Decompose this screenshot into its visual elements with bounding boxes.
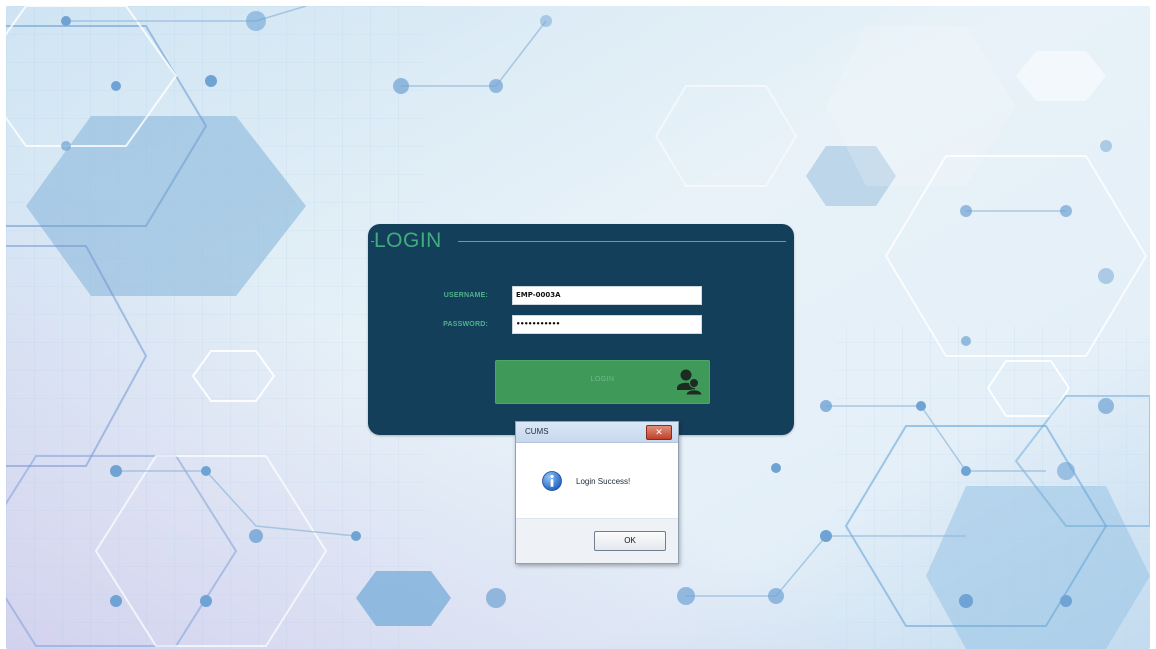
info-icon [542,471,562,491]
ok-button[interactable]: OK [594,531,666,551]
username-field[interactable]: EMP-0003A [512,286,702,305]
close-button[interactable]: ✕ [646,425,672,440]
username-label: USERNAME: [443,292,488,299]
ok-button-label: OK [624,536,636,545]
message-dialog: CUMS ✕ Login Success! OK [515,421,679,564]
password-label: PASSWORD: [443,321,488,328]
login-panel: LOGIN USERNAME: EMP-0003A PASSWORD: ••••… [368,224,794,435]
dialog-footer: OK [516,518,678,563]
dialog-titlebar[interactable]: CUMS ✕ [516,422,678,443]
close-icon: ✕ [655,427,663,437]
login-title: LOGIN [374,229,442,252]
dialog-title: CUMS [525,427,549,436]
dialog-message: Login Success! [576,477,631,486]
dialog-body: Login Success! [516,443,678,518]
title-rule [458,241,786,242]
users-icon [677,369,702,396]
login-button[interactable]: LOGIN [495,360,710,404]
password-field[interactable]: ••••••••••• [512,315,702,334]
